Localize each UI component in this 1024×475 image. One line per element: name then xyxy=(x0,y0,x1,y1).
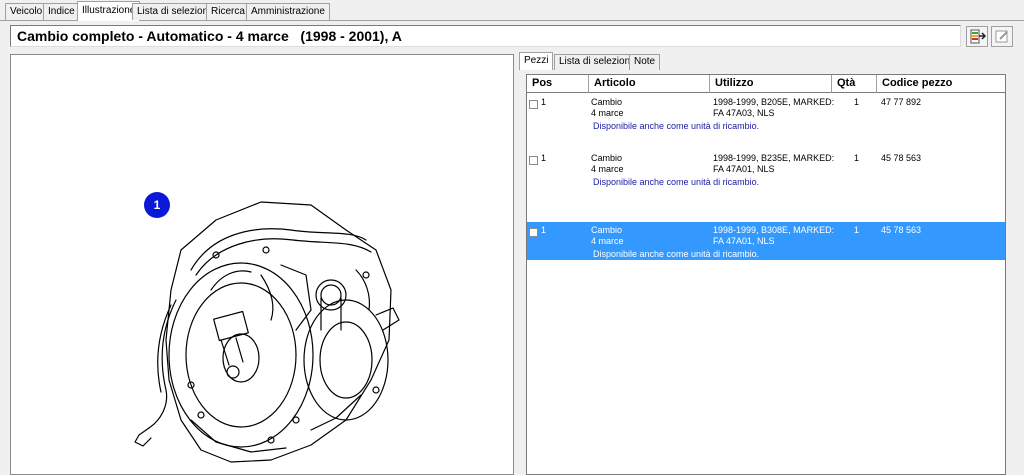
row-checkbox[interactable] xyxy=(529,100,538,109)
row-checkbox[interactable] xyxy=(529,228,538,237)
col-pos[interactable]: Pos xyxy=(527,75,589,93)
col-utilizzo[interactable]: Utilizzo xyxy=(710,75,832,93)
title-bar: Cambio completo - Automatico - 4 marce (… xyxy=(10,25,961,47)
cell-qta: 1 xyxy=(854,225,860,235)
cell-codice: 47 77 892 xyxy=(881,97,922,107)
table-row[interactable]: 1 Cambio 4 marce 1998-1999, B235E, MARKE… xyxy=(527,150,1005,188)
cell-articolo: Cambio 4 marce xyxy=(591,225,624,246)
tab-note[interactable]: Note xyxy=(629,54,661,70)
table-row[interactable]: 1 Cambio 4 marce 1998-1999, B205E, MARKE… xyxy=(527,94,1005,132)
cell-codice: 45 78 563 xyxy=(881,225,922,235)
cell-articolo: Cambio 4 marce xyxy=(591,153,624,174)
col-codice-pezzo[interactable]: Codice pezzo xyxy=(877,75,1005,93)
table-header: Pos Articolo Utilizzo Qtà Codice pezzo xyxy=(527,75,1005,93)
tab-lista-di-selezione-sub[interactable]: Lista di selezione xyxy=(554,54,641,70)
cell-pos: 1 xyxy=(541,225,547,235)
cell-codice: 45 78 563 xyxy=(881,153,922,163)
cell-utilizzo: 1998-1999, B235E, MARKED: FA 47A01, NLS xyxy=(713,153,835,174)
cell-pos: 1 xyxy=(541,97,547,107)
row-note: Disponibile anche come unità di ricambio… xyxy=(593,121,760,131)
tab-illustrazione[interactable]: Illustrazione xyxy=(77,1,141,21)
export-icon xyxy=(970,29,987,44)
tab-pezzi[interactable]: Pezzi xyxy=(519,52,554,70)
cell-utilizzo: 1998-1999, B308E, MARKED: FA 47A01, NLS xyxy=(713,225,835,246)
export-button[interactable] xyxy=(966,26,988,47)
top-tab-bar: Veicolo Indice Illustrazione Lista di se… xyxy=(0,0,1024,21)
parts-table: Pos Articolo Utilizzo Qtà Codice pezzo 1… xyxy=(526,74,1006,475)
row-note: Disponibile anche come unità di ricambio… xyxy=(593,177,760,187)
tab-ricerca[interactable]: Ricerca xyxy=(206,3,250,20)
illustration-panel: 1 xyxy=(10,54,514,475)
cell-articolo: Cambio 4 marce xyxy=(591,97,624,118)
row-checkbox[interactable] xyxy=(529,156,538,165)
row-note: Disponibile anche come unità di ricambio… xyxy=(593,249,760,259)
edit-icon xyxy=(995,30,1008,43)
cell-utilizzo: 1998-1999, B205E, MARKED: FA 47A03, NLS xyxy=(713,97,835,118)
table-row-selected[interactable]: 1 Cambio 4 marce 1998-1999, B308E, MARKE… xyxy=(527,222,1005,260)
cell-pos: 1 xyxy=(541,153,547,163)
transmission-drawing xyxy=(134,201,400,463)
col-qta[interactable]: Qtà xyxy=(832,75,877,93)
col-articolo[interactable]: Articolo xyxy=(589,75,710,93)
tab-amministrazione[interactable]: Amministrazione xyxy=(246,3,330,20)
cell-qta: 1 xyxy=(854,97,860,107)
tab-veicolo[interactable]: Veicolo xyxy=(5,3,48,20)
cell-qta: 1 xyxy=(854,153,860,163)
page-title: Cambio completo - Automatico - 4 marce (… xyxy=(17,28,402,44)
edit-button[interactable] xyxy=(991,26,1013,47)
tab-indice[interactable]: Indice xyxy=(43,3,80,20)
